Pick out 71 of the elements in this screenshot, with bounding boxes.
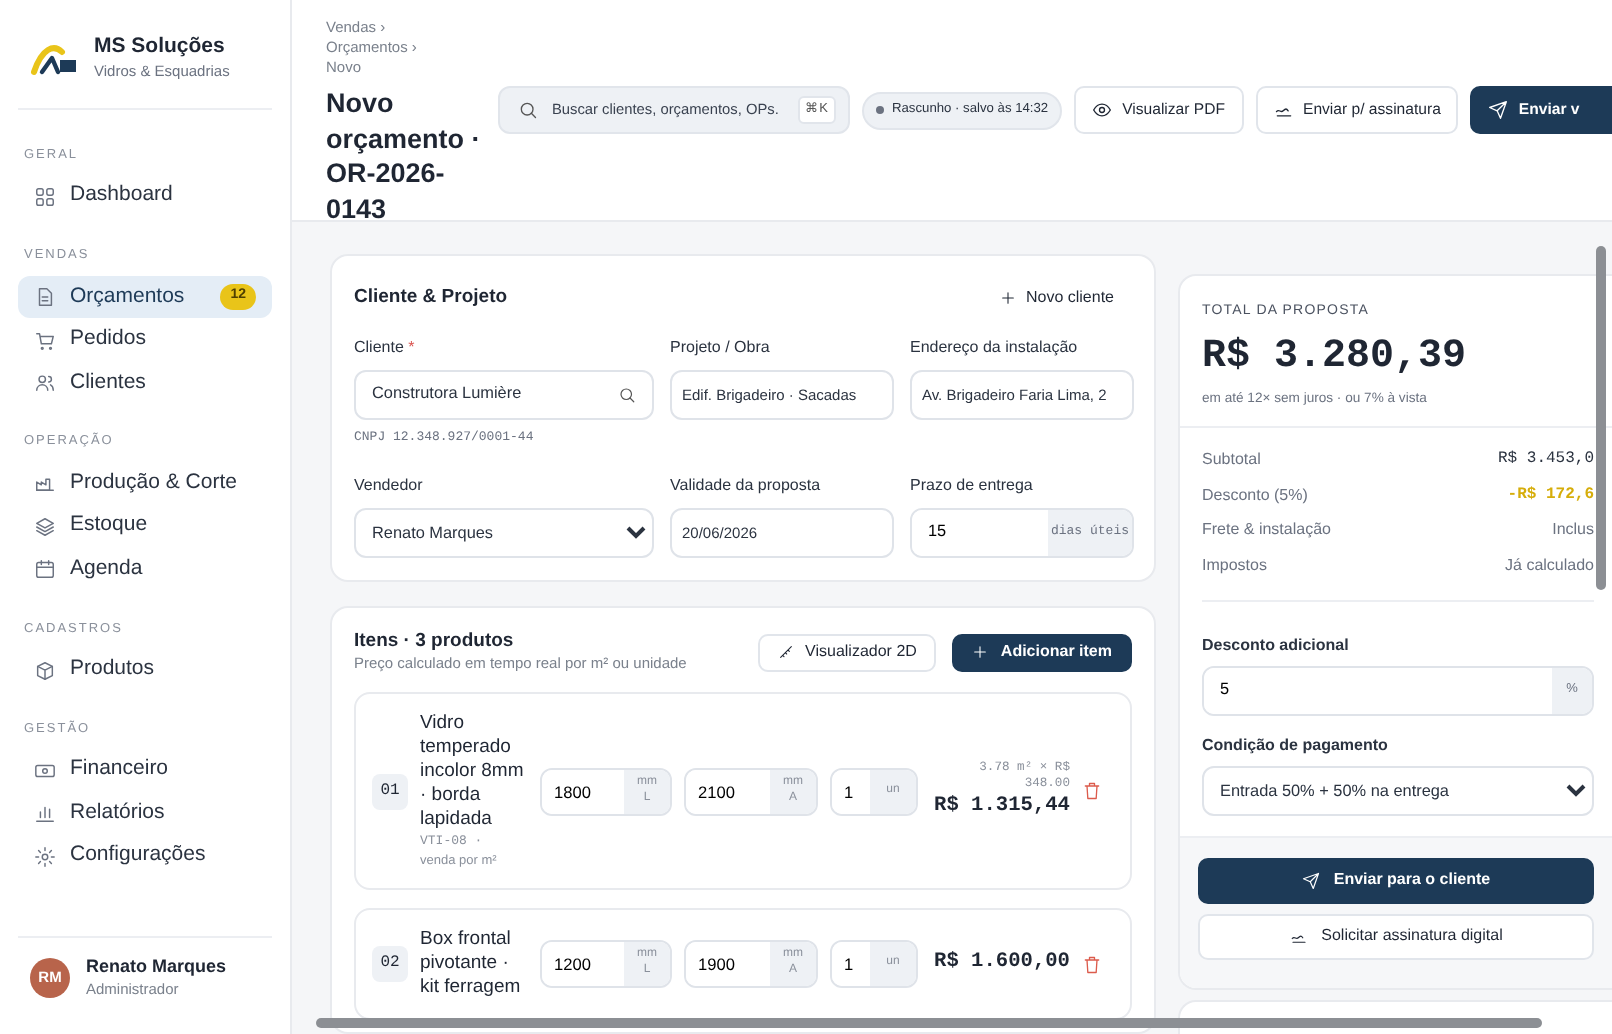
field-label: Cliente * bbox=[354, 336, 417, 360]
field-label: Prazo de entrega bbox=[910, 473, 1035, 498]
item-price: R$ 1.315,44 bbox=[932, 792, 1070, 823]
dropdown[interactable]: Entrada 50% + 50% na entrega bbox=[1202, 765, 1594, 816]
row-number: 02 bbox=[372, 946, 408, 983]
summary-row-label: Frete & instalação bbox=[1202, 518, 1331, 543]
dot-icon bbox=[876, 106, 884, 114]
summary-row-label: Desconto (5%) bbox=[1202, 483, 1308, 508]
plus-icon bbox=[972, 644, 989, 661]
nav-item[interactable]: Agenda bbox=[18, 548, 272, 592]
search-input[interactable]: Construtora Lumière bbox=[372, 382, 610, 408]
card-title: Itens · 3 produtos bbox=[354, 629, 516, 653]
plus-icon bbox=[999, 290, 1016, 306]
send-icon bbox=[1488, 100, 1509, 120]
layers-icon bbox=[34, 515, 56, 538]
client-search-field[interactable]: Construtora Lumière bbox=[354, 370, 654, 420]
nav-item[interactable]: Dashboard bbox=[18, 175, 272, 219]
items-button[interactable]: Visualizador 2D bbox=[757, 633, 937, 672]
trash-icon[interactable] bbox=[1082, 780, 1102, 803]
nav-item[interactable]: Produção & Corte bbox=[18, 462, 272, 506]
summary-row-label: Impostos bbox=[1202, 553, 1267, 578]
field-label: Desconto adicional bbox=[1202, 633, 1351, 658]
app-name: MS Soluções bbox=[94, 34, 227, 60]
field-label: Validade da proposta bbox=[670, 473, 823, 498]
summary-row-value: -R$ 172,6 bbox=[1507, 483, 1594, 508]
summary-row-label: Subtotal bbox=[1202, 448, 1261, 473]
logo-icon bbox=[30, 39, 78, 76]
people-icon bbox=[34, 372, 56, 395]
new-client-button[interactable]: Novo cliente bbox=[981, 286, 1132, 310]
nav-item[interactable]: Estoque bbox=[18, 505, 272, 549]
bar-chart-icon bbox=[34, 802, 56, 825]
row-number: 01 bbox=[372, 773, 408, 810]
document-icon bbox=[34, 286, 56, 309]
dropdown[interactable]: Renato Marques bbox=[354, 507, 654, 558]
nav-item[interactable]: Produtos bbox=[18, 648, 272, 692]
settings-icon bbox=[34, 845, 56, 868]
trash-icon[interactable] bbox=[1082, 953, 1102, 976]
item-description: Box frontal pivotante · kit ferragem bbox=[420, 928, 523, 1000]
page-title: Novo orçamento · OR-2026-0143 bbox=[326, 86, 483, 228]
summary-row-value: Inclus bbox=[1552, 518, 1594, 543]
field-label: Vendedor bbox=[354, 473, 425, 498]
scrollbar-thumb[interactable] bbox=[316, 1018, 1542, 1028]
field-label: Projeto / Obra bbox=[670, 336, 772, 360]
scrollbar-thumb[interactable] bbox=[1596, 246, 1606, 590]
cart-icon bbox=[34, 329, 56, 352]
box-icon bbox=[34, 659, 56, 682]
field-label: Endereço da instalação bbox=[910, 336, 1080, 360]
send-icon bbox=[1301, 871, 1320, 890]
item-description: Vidro temperado incolor 8mm · borda lapidada bbox=[420, 712, 526, 832]
nav-item[interactable]: Relatórios bbox=[18, 792, 272, 836]
nav-item[interactable]: Configurações bbox=[18, 835, 272, 879]
banknote-icon bbox=[34, 759, 56, 782]
nav-item[interactable]: Clientes bbox=[18, 361, 272, 405]
search-icon bbox=[518, 100, 538, 120]
calendar-icon bbox=[34, 558, 56, 581]
items-button[interactable]: Adicionar item bbox=[952, 633, 1132, 672]
summary-button[interactable]: Solicitar assinatura digital bbox=[1198, 913, 1594, 960]
ruler-icon bbox=[777, 644, 794, 661]
grid-icon bbox=[34, 185, 56, 208]
nav-item[interactable]: Pedidos bbox=[18, 318, 272, 362]
eye-icon bbox=[1092, 100, 1113, 120]
nav-item[interactable]: Financeiro bbox=[18, 749, 272, 793]
card-title: Cliente & Projeto bbox=[354, 286, 508, 310]
item-price: R$ 1.600,00 bbox=[932, 948, 1070, 979]
field-label: Condição de pagamento bbox=[1202, 733, 1390, 758]
summary-row-value: Já calculado bbox=[1505, 553, 1594, 578]
user-name: Renato Marques bbox=[86, 955, 227, 978]
summary-button[interactable]: Enviar para o cliente bbox=[1198, 857, 1594, 904]
total-amount: R$ 3.280,39 bbox=[1202, 331, 1469, 383]
search-icon bbox=[618, 386, 636, 404]
summary-row-value: R$ 3.453,0 bbox=[1497, 448, 1594, 473]
